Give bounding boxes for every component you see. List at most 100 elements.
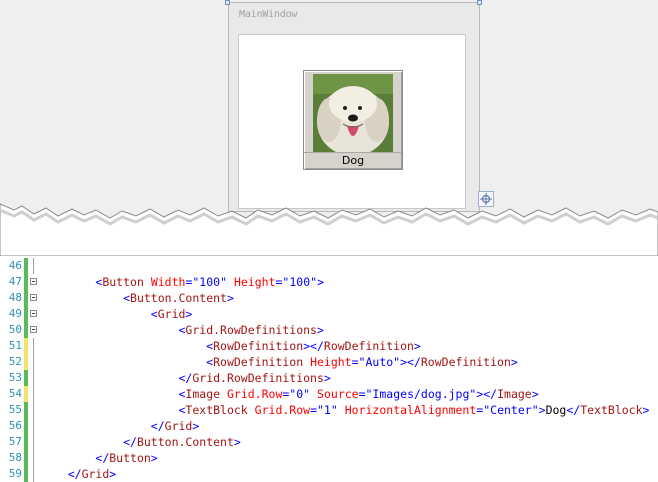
fold-guide — [33, 354, 34, 370]
code-token: </ — [123, 435, 137, 449]
code-token: </ — [566, 403, 581, 417]
code-line[interactable]: 47 <Button Width="100" Height="100"> — [0, 274, 658, 290]
code-text: <Button Width="100" Height="100"> — [40, 274, 324, 290]
code-line[interactable]: 54 <Image Grid.Row="0" Source="Images/do… — [0, 386, 658, 402]
line-number: 48 — [8, 291, 22, 304]
collapse-icon[interactable] — [30, 310, 37, 317]
code-token: TextBlock — [580, 403, 643, 417]
code-token: Height — [233, 275, 276, 289]
code-token: Source — [317, 387, 359, 401]
change-indicator — [24, 402, 28, 418]
code-line[interactable]: 57 </Button.Content> — [0, 434, 658, 450]
change-indicator — [24, 338, 28, 354]
code-token: Grid.Row — [254, 403, 311, 417]
code-token: > — [413, 339, 421, 353]
code-line[interactable]: 50 <Grid.RowDefinitions> — [0, 322, 658, 338]
line-number: 56 — [8, 419, 22, 432]
collapse-icon[interactable] — [30, 294, 37, 301]
code-token: Image — [497, 387, 532, 401]
code-line[interactable]: 51 <RowDefinition></RowDefinition> — [0, 338, 658, 354]
line-number: 57 — [8, 435, 22, 448]
code-line[interactable]: 49 <Grid> — [0, 306, 658, 322]
dog-image — [313, 74, 393, 152]
collapse-icon[interactable] — [30, 278, 37, 285]
code-line[interactable]: 55 <TextBlock Grid.Row="1" HorizontalAli… — [0, 402, 658, 418]
code-token: 100 — [289, 275, 311, 289]
xaml-code-editor[interactable]: 46 47 <Button Width="100" Height="100"> 4… — [0, 258, 658, 482]
change-indicator — [24, 450, 28, 466]
code-line[interactable]: 52 <RowDefinition Height="Auto"></RowDef… — [0, 354, 658, 370]
line-number: 47 — [8, 275, 22, 288]
code-token: RowDefinition — [213, 355, 304, 369]
code-token: > — [150, 451, 158, 465]
window-title: MainWindow — [239, 9, 298, 20]
code-line[interactable]: 53 </Grid.RowDefinitions> — [0, 370, 658, 386]
line-number: 51 — [8, 339, 22, 352]
torn-edge — [0, 203, 658, 256]
code-token: Grid — [157, 307, 186, 321]
code-token: </ — [67, 467, 82, 481]
code-text: </Button> — [40, 450, 158, 466]
fold-guide — [33, 450, 34, 466]
change-indicator — [24, 370, 28, 386]
code-token: =" — [185, 275, 200, 289]
code-line[interactable]: 56 </Grid> — [0, 418, 658, 434]
code-token: Width — [150, 275, 186, 289]
code-token: HorizontalAlignment — [344, 403, 477, 417]
code-text: </Button.Content> — [40, 434, 241, 450]
code-token: > — [323, 371, 331, 385]
code-token: > — [642, 403, 650, 417]
change-indicator — [24, 466, 28, 482]
line-number: 46 — [8, 259, 22, 272]
designer-surface[interactable]: MainWindow Dog — [0, 0, 658, 222]
code-token: Button.Content — [130, 291, 227, 305]
code-token: </ — [95, 451, 110, 465]
code-token: </ — [150, 419, 165, 433]
code-line[interactable]: 48 <Button.Content> — [0, 290, 658, 306]
code-token: Dog — [545, 403, 567, 417]
code-line[interactable]: 59 </Grid> — [0, 466, 658, 482]
code-text: <RowDefinition></RowDefinition> — [40, 338, 421, 354]
collapse-icon[interactable] — [30, 326, 37, 333]
code-token: Grid — [164, 419, 193, 433]
code-token: > — [226, 291, 234, 305]
code-token: Grid.Row — [226, 387, 283, 401]
fold-guide — [33, 434, 34, 450]
fold-guide — [33, 402, 34, 418]
fold-guide — [33, 386, 34, 402]
fold-guide — [33, 370, 34, 386]
code-token: < — [123, 291, 131, 305]
code-token: 1 — [323, 403, 331, 417]
line-number: 55 — [8, 403, 22, 416]
code-text: <RowDefinition Height="Auto"></RowDefini… — [40, 354, 518, 370]
code-token: "></ — [469, 387, 498, 401]
line-number: 58 — [8, 451, 22, 464]
code-text: <Grid.RowDefinitions> — [40, 322, 323, 338]
dog-button[interactable]: Dog — [303, 70, 403, 170]
resize-handle-top-right[interactable] — [477, 0, 482, 5]
code-line[interactable]: 46 — [0, 258, 658, 274]
line-number: 49 — [8, 307, 22, 320]
code-text: <Image Grid.Row="0" Source="Images/dog.j… — [40, 386, 538, 402]
code-token: > — [233, 435, 241, 449]
code-token: =" — [282, 387, 297, 401]
code-token: Button — [109, 451, 151, 465]
code-token: Button — [102, 275, 144, 289]
code-token: Center — [490, 403, 532, 417]
code-token: "> — [531, 403, 546, 417]
resize-handle-top-left[interactable] — [225, 0, 230, 5]
change-indicator — [24, 322, 28, 338]
code-token: Image — [185, 387, 221, 401]
code-token: Grid.RowDefinitions — [185, 323, 317, 337]
code-token: =" — [358, 387, 373, 401]
code-line[interactable]: 58 </Button> — [0, 450, 658, 466]
change-indicator — [24, 354, 28, 370]
